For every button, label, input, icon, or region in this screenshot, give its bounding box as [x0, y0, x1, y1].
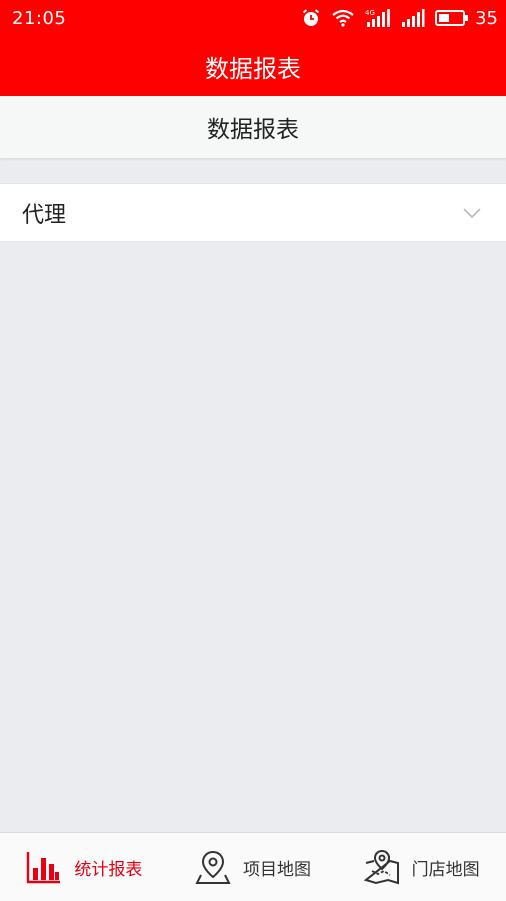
selector-value: 代理 [22, 202, 67, 228]
map-pin-icon [195, 849, 231, 885]
status-bar: 21:05 4G 35 [0, 0, 506, 36]
battery-level: 35 [475, 7, 498, 29]
battery: 35 [435, 8, 498, 29]
store-map-icon [363, 849, 400, 885]
section-title: 数据报表 [207, 117, 299, 143]
sub-header: 数据报表 [0, 96, 506, 159]
bar-chart-icon [26, 850, 62, 884]
alarm-icon [301, 8, 321, 28]
status-icons: 4G 35 [301, 8, 498, 29]
agent-selector[interactable]: 代理 [0, 183, 506, 242]
wifi-icon [331, 8, 355, 28]
bottom-nav: 统计报表 项目地图 门店地图 [0, 832, 506, 901]
nav-item-statistics-report[interactable]: 统计报表 [0, 833, 169, 901]
status-time: 21:05 [12, 7, 67, 29]
nav-item-project-map[interactable]: 项目地图 [169, 833, 338, 901]
nav-item-store-map[interactable]: 门店地图 [337, 833, 506, 901]
nav-label: 项目地图 [243, 859, 311, 880]
nav-label: 统计报表 [74, 859, 143, 880]
nav-label: 门店地图 [411, 859, 480, 880]
signal-4g-icon: 4G [365, 8, 391, 28]
svg-text:4G: 4G [365, 9, 375, 17]
chevron-down-icon [462, 207, 482, 219]
battery-icon [435, 9, 469, 27]
app-header: 数据报表 [0, 36, 506, 96]
page-title: 数据报表 [205, 54, 301, 83]
signal-icon [401, 8, 425, 28]
